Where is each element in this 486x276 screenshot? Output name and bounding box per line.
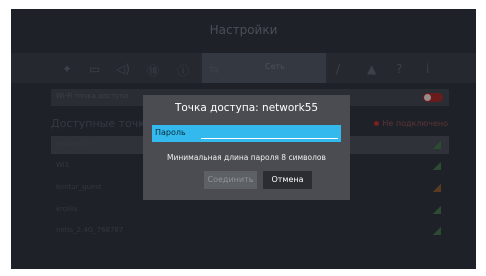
network-icon: ⇆ [209,62,220,76]
password-label: Пароль [155,128,186,137]
wifi-signal-icon [433,184,441,192]
tab-network-label: Сеть [265,62,285,71]
dialog-title: Точка доступа: network55 [174,102,319,114]
tv-settings-screen: Настройки ✦ ▭ ◁) ⑱ ⓘ ⇆ Сеть / ▲ ? i Wi-F… [11,9,476,269]
parental-control-icon[interactable]: ⑱ [147,62,159,79]
tools-icon[interactable]: ? [396,62,402,76]
wifi-signal-icon [433,162,441,170]
network-name: network55 [56,140,94,148]
network-list-item[interactable]: kroilia [51,201,449,219]
connection-status: Не подключено [374,119,448,128]
cancel-button[interactable]: Отмена [263,171,312,189]
volume-icon[interactable]: ◁) [116,62,130,76]
password-hint: Минимальная длина пароля 8 символов [167,153,326,162]
network-name: netis_2.4G_766787 [56,226,124,234]
wifi-signal-icon [433,206,441,214]
network-name: Wi1 [56,161,70,169]
lock-icon[interactable]: ▲ [367,62,376,76]
password-input[interactable] [201,138,338,139]
password-field[interactable]: Пароль [152,125,341,142]
settings-category-bar: ✦ ▭ ◁) ⑱ ⓘ ⇆ Сеть / ▲ ? i [11,53,476,83]
wifi-hotspot-label: Wi-Fi точка доступа [56,92,129,100]
page-title: Настройки [209,23,278,37]
display-icon[interactable]: ▭ [89,62,100,76]
info-icon[interactable]: ⓘ [177,62,189,79]
available-networks-heading: Доступные точки [51,117,153,130]
status-dot-icon [374,121,380,126]
wifi-signal-icon [433,227,441,235]
network-name: kroilia [56,205,78,213]
wifi-signal-icon [433,141,441,149]
wifi-toggle[interactable] [423,93,443,102]
brush-icon[interactable]: / [336,62,340,76]
system-icon[interactable]: i [426,62,429,76]
password-dialog: Точка доступа: network55 Пароль Минималь… [143,95,350,200]
tab-network[interactable] [202,53,326,83]
network-name: kontur_guest [56,183,102,191]
antenna-icon[interactable]: ✦ [62,62,72,76]
network-list-item[interactable]: netis_2.4G_766787 [51,222,449,240]
connection-status-text: Не подключено [382,119,448,128]
toggle-knob [424,94,431,101]
connect-button[interactable]: Соединить [204,171,257,189]
